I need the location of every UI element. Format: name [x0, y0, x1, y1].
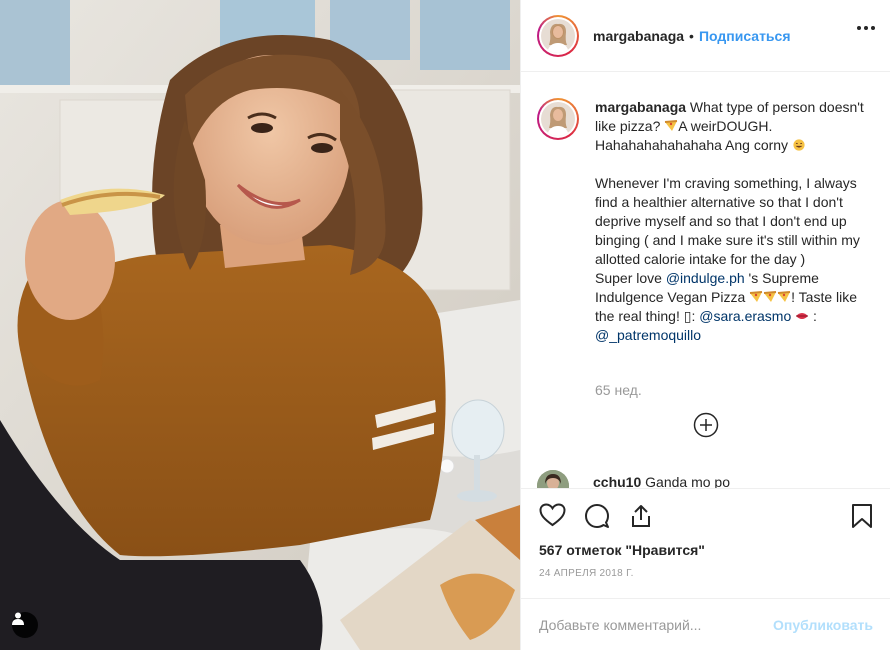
caption-username[interactable]: margabanaga: [595, 99, 686, 115]
separator-dot: •: [689, 27, 694, 44]
bookmark-icon[interactable]: [851, 503, 873, 529]
action-bar: [521, 488, 890, 544]
share-icon[interactable]: [628, 503, 654, 529]
caption-line: Super love: [595, 270, 666, 286]
comment-avatar[interactable]: [537, 470, 569, 488]
mention-link[interactable]: @sara.erasmo: [699, 308, 791, 324]
post-header: margabanaga • Подписаться: [521, 0, 890, 72]
more-horizontal-icon[interactable]: [857, 26, 875, 30]
load-more-comments-icon[interactable]: [693, 412, 719, 438]
publish-button[interactable]: Опубликовать: [773, 617, 873, 633]
avatar-image: [541, 18, 575, 53]
comment-item: cchu10 Ganda mo po: [537, 470, 730, 488]
user-tags-button[interactable]: [12, 612, 38, 638]
laughing-emoji-icon: [793, 139, 805, 151]
lips-emoji-icon: [796, 313, 809, 319]
mention-link[interactable]: @indulge.ph: [666, 270, 745, 286]
add-comment-bar: Опубликовать: [521, 598, 890, 650]
header-username[interactable]: margabanaga: [593, 28, 684, 44]
post-photo[interactable]: [0, 0, 520, 650]
post-age[interactable]: 65 нед.: [595, 382, 642, 398]
comment-body: Ganda mo po: [641, 474, 730, 488]
comment-text: cchu10 Ganda mo po: [593, 474, 730, 488]
avatar[interactable]: [537, 14, 579, 57]
mention-link[interactable]: @_patremoquillo: [595, 327, 701, 343]
comment-username[interactable]: cchu10: [593, 474, 641, 488]
pizza-emoji-icon: [665, 120, 678, 131]
avatar-image: [541, 102, 575, 136]
comment-icon[interactable]: [584, 503, 610, 529]
heart-icon[interactable]: [539, 503, 566, 527]
caption-line: :: [809, 308, 821, 324]
caption-paragraph: Whenever I'm craving something, I always…: [595, 175, 864, 267]
post-date[interactable]: 24 АПРЕЛЯ 2018 Г.: [539, 568, 634, 579]
pizza-emoji-icon: [764, 291, 777, 302]
user-icon: [12, 612, 24, 625]
caption-text: margabanaga What type of person doesn't …: [595, 98, 875, 345]
caption-avatar[interactable]: [537, 98, 579, 140]
post-details-panel: margabanaga • Подписаться margabanaga Wh…: [520, 0, 890, 650]
post-image: [0, 0, 520, 650]
caption: margabanaga What type of person doesn't …: [537, 98, 882, 345]
pizza-emoji-icon: [778, 291, 791, 302]
comments-list[interactable]: margabanaga What type of person doesn't …: [521, 72, 890, 488]
pizza-emoji-icon: [750, 291, 763, 302]
comment-input[interactable]: [539, 616, 759, 633]
likes-count[interactable]: 567 отметок "Нравится": [539, 542, 705, 558]
follow-button[interactable]: Подписаться: [699, 28, 791, 44]
